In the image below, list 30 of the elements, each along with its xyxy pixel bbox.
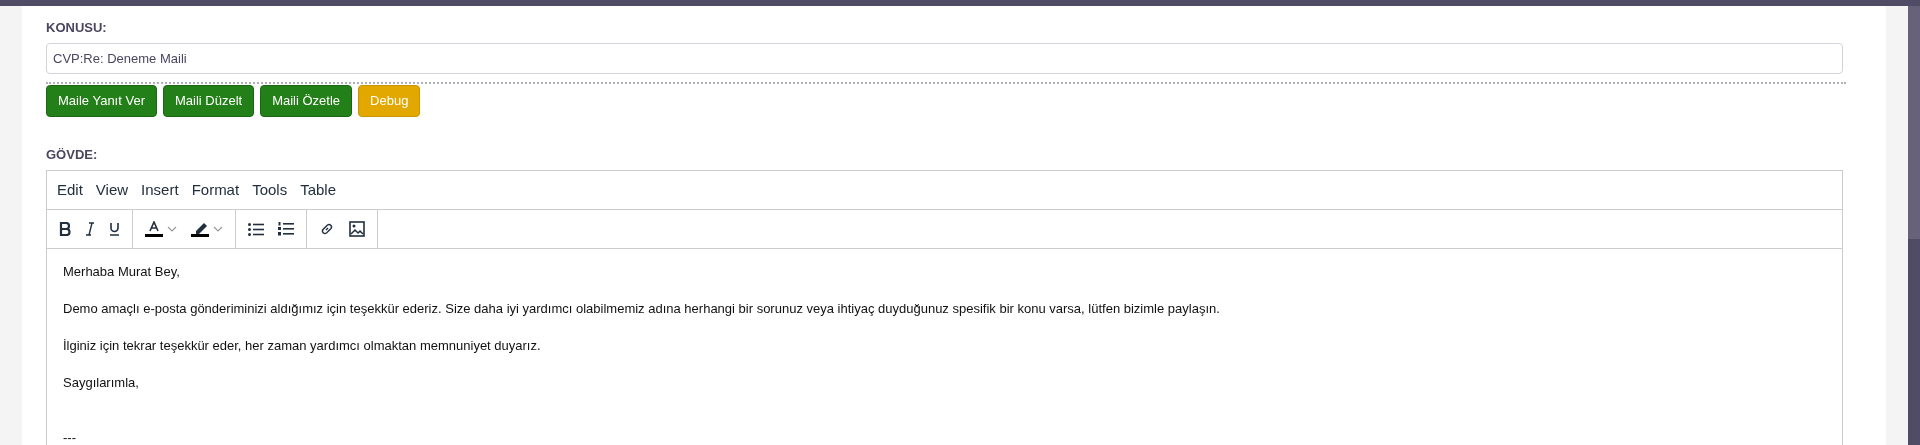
- scrollbar-thumb[interactable]: [1908, 6, 1920, 239]
- body-label: GÖVDE:: [46, 146, 99, 164]
- menu-item[interactable]: Format: [185, 178, 246, 202]
- menu-item[interactable]: Tools: [246, 178, 294, 202]
- action-button[interactable]: Maili Düzelt: [162, 85, 255, 117]
- caret-icon[interactable]: [213, 226, 223, 232]
- link-icon[interactable]: [319, 221, 335, 237]
- underline-icon[interactable]: [109, 222, 120, 236]
- menu-item[interactable]: Table: [294, 178, 343, 202]
- caret-icon[interactable]: [167, 226, 177, 232]
- subject-label: KONUSU:: [46, 19, 108, 37]
- action-button[interactable]: Maile Yanıt Ver: [46, 85, 157, 117]
- body-paragraph: Merhaba Murat Bey,: [63, 263, 181, 281]
- menu-item[interactable]: Edit: [51, 178, 89, 202]
- menu-item[interactable]: Insert: [135, 178, 185, 202]
- body-paragraph: Demo amaçlı e-posta gönderiminizi aldığımız için teşekkür ederiz. Size daha iyi yardımcı olabilmemiz adına herhangi bir sorunuz veya ihtiyaç duyduğunuz spesifik bir konu varsa, lütfen bizimle paylaşın.: [63, 300, 1221, 318]
- italic-icon[interactable]: [85, 222, 95, 236]
- numbered-list-icon[interactable]: [278, 222, 294, 236]
- bullet-list-icon[interactable]: [248, 222, 264, 236]
- image-icon[interactable]: [349, 221, 365, 237]
- scrollbar[interactable]: [1908, 6, 1920, 445]
- body-paragraph: Saygılarımla,: [63, 374, 140, 392]
- separator-text: ---: [63, 429, 77, 445]
- bold-icon[interactable]: [59, 222, 71, 236]
- highlighter-icon[interactable]: [191, 221, 209, 237]
- body-paragraph: İlginiz için tekrar teşekkür eder, her zaman yardımcı olmaktan memnuniyet duyarız.: [63, 337, 542, 355]
- subject-field[interactable]: CVP:Re: Deneme Maili: [46, 43, 1843, 74]
- action-button[interactable]: Maili Özetle: [260, 85, 353, 117]
- menu-item[interactable]: View: [89, 178, 135, 202]
- text-color-icon[interactable]: [145, 221, 163, 237]
